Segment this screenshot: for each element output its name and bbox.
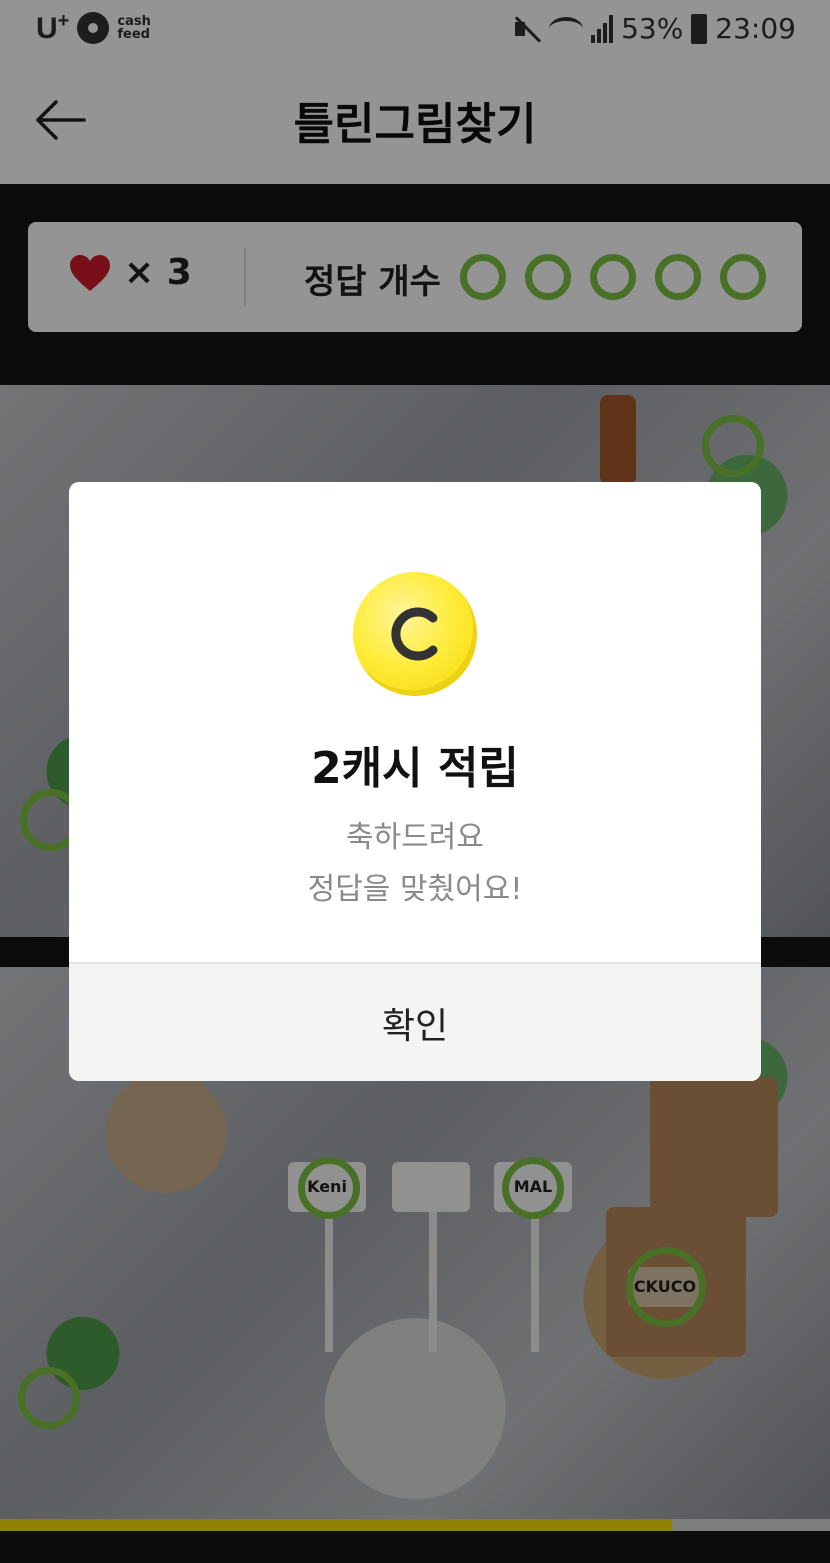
coin-c-icon — [391, 607, 438, 661]
reward-message-line1: 축하드려요 — [346, 820, 484, 855]
reward-dialog: 2캐시 적립 축하드려요 정답을 맞췄어요! 확인 — [69, 482, 761, 1081]
reward-title: 2캐시 적립 — [311, 743, 519, 794]
cash-coin-icon — [353, 572, 477, 696]
confirm-button[interactable]: 확인 — [69, 964, 761, 1081]
reward-message-line2: 정답을 맞췄어요! — [307, 872, 523, 907]
dialog-footer: 확인 — [69, 962, 761, 1081]
